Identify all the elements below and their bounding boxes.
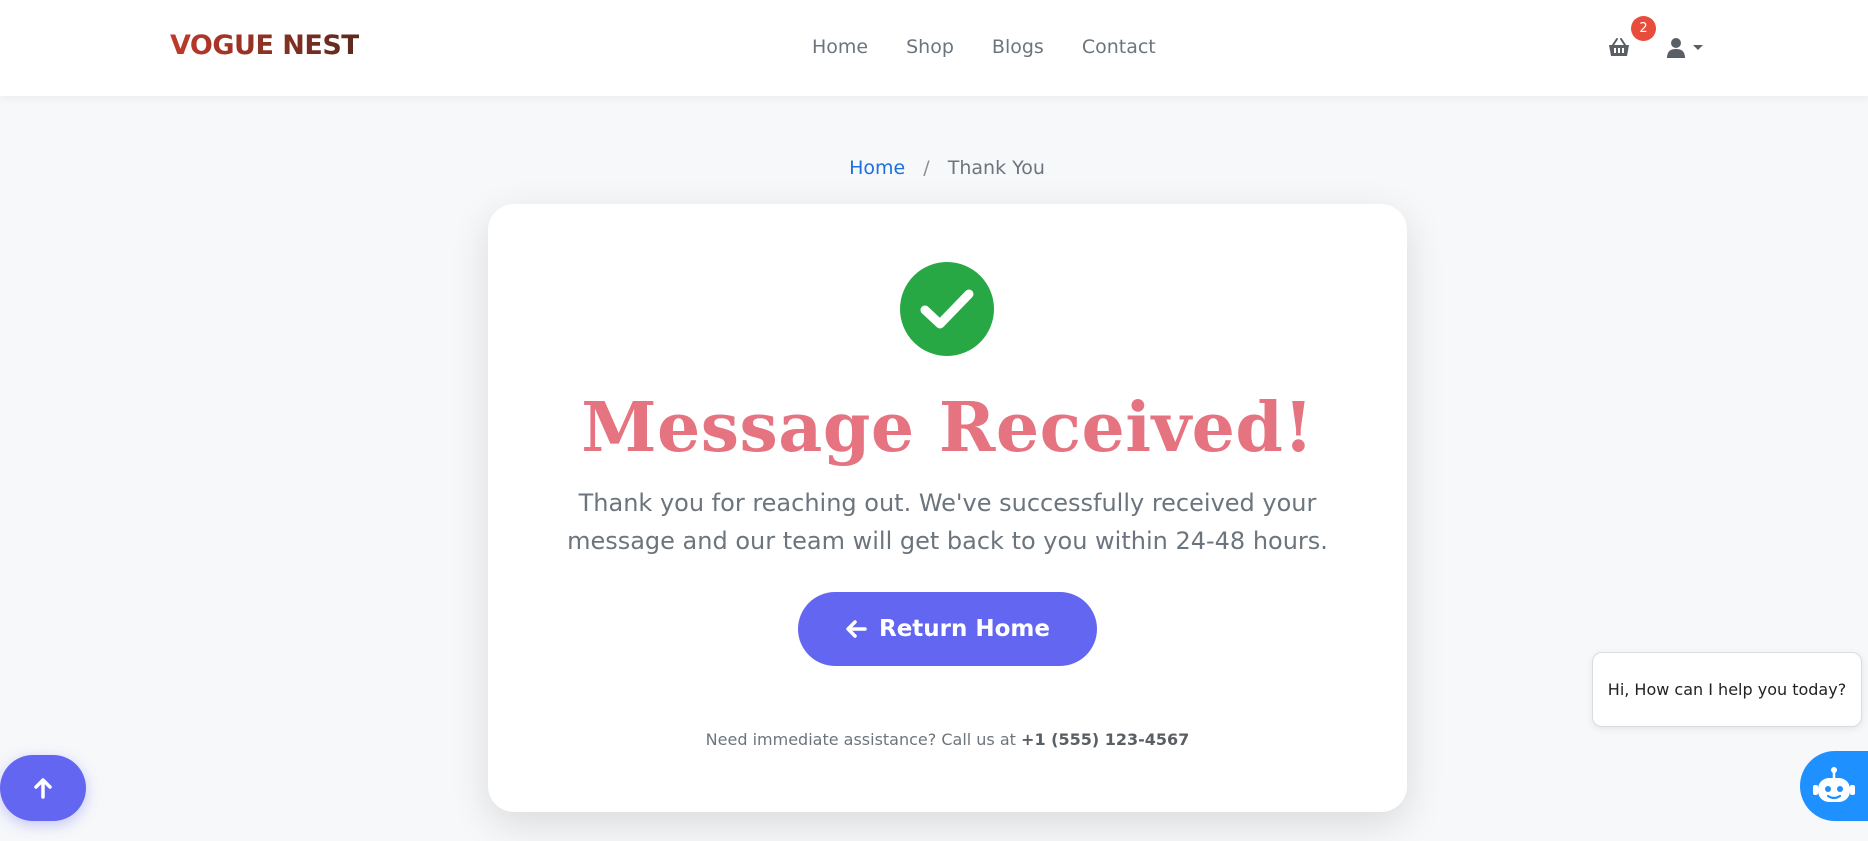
robot-icon (1813, 767, 1855, 802)
user-menu-toggle[interactable] (1666, 36, 1710, 60)
support-phone[interactable]: +1 (555) 123-4567 (1021, 730, 1189, 749)
chat-launcher-button[interactable] (1800, 751, 1868, 821)
chat-greeting-bubble[interactable]: Hi, How can I help you today? (1592, 652, 1862, 727)
page-title: Message Received! (581, 388, 1314, 468)
user-icon (1667, 38, 1685, 58)
breadcrumb: Home / Thank You (0, 157, 1868, 179)
chat-greeting-text: Hi, How can I help you today? (1607, 680, 1847, 699)
nav-home-link[interactable]: Home (812, 36, 868, 58)
caret-down-icon (1693, 45, 1703, 50)
nav-blogs-link[interactable]: Blogs (992, 36, 1044, 58)
return-home-label: Return Home (878, 616, 1051, 642)
breadcrumb-home-link[interactable]: Home (849, 157, 905, 179)
nav-shop-link[interactable]: Shop (906, 36, 954, 58)
return-home-button[interactable]: Return Home (798, 592, 1097, 666)
assistance-text: Need immediate assistance? Call us at +1… (488, 730, 1407, 749)
cart-count-badge: 2 (1631, 16, 1656, 41)
navbar: VOGUE NEST Home Shop Blogs Contact 2 (0, 0, 1868, 96)
check-circle-icon (900, 262, 994, 356)
nav-contact-link[interactable]: Contact (1082, 36, 1156, 58)
scroll-to-top-button[interactable] (0, 755, 86, 821)
assistance-prefix: Need immediate assistance? Call us at (705, 730, 1016, 749)
breadcrumb-separator: / (923, 157, 930, 179)
arrow-up-icon (34, 778, 52, 799)
brand-logo[interactable]: VOGUE NEST (170, 30, 360, 61)
arrow-left-icon (846, 620, 867, 638)
confirmation-message: Thank you for reaching out. We've succes… (567, 489, 1328, 555)
main-nav: Home Shop Blogs Contact (812, 36, 1156, 58)
basket-icon[interactable] (1607, 36, 1631, 60)
thank-you-card: Message Received! Thank you for reaching… (488, 204, 1407, 812)
breadcrumb-current: Thank You (947, 157, 1045, 179)
